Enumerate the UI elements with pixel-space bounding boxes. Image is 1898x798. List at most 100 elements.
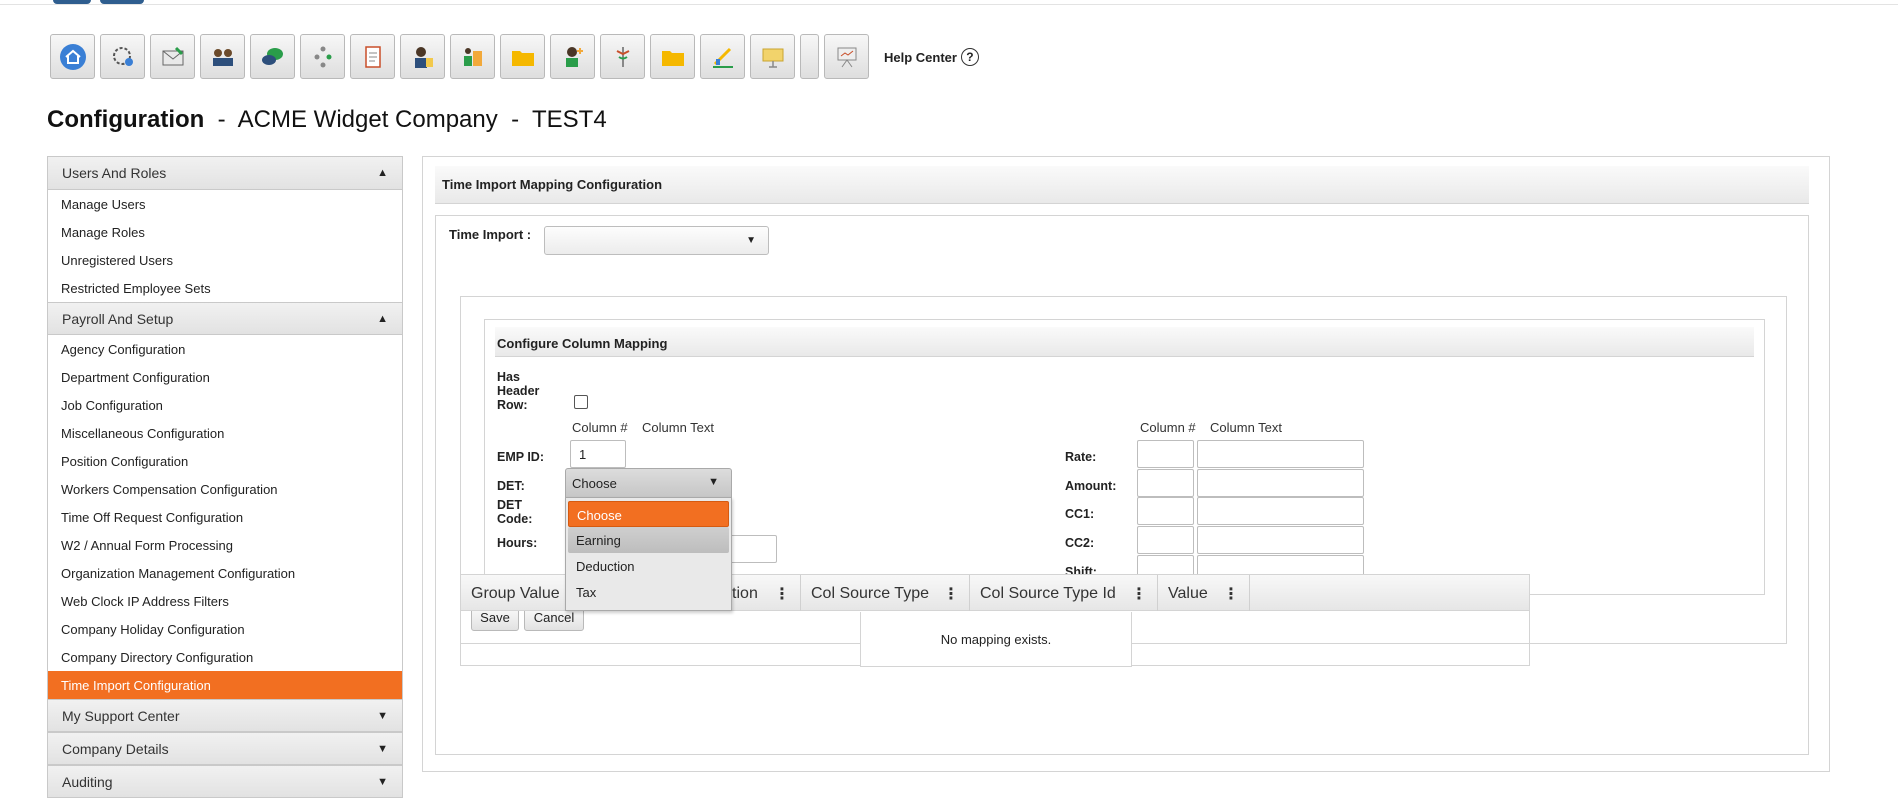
sidebar-item-job-configuration[interactable]: Job Configuration xyxy=(48,391,402,419)
sidebar-section-company-details[interactable]: Company Details ▼ xyxy=(48,732,402,765)
has-header-row-label: Has Header Row: xyxy=(497,370,540,412)
sidebar-section-payroll-and-setup[interactable]: Payroll And Setup ▲ xyxy=(48,302,402,335)
employees-button[interactable] xyxy=(200,34,245,79)
amount-column-input[interactable] xyxy=(1137,469,1194,497)
sidebar-item-company-directory-configuration[interactable]: Company Directory Configuration xyxy=(48,643,402,671)
sidebar-item-position-configuration[interactable]: Position Configuration xyxy=(48,447,402,475)
person-doc-button[interactable] xyxy=(400,34,445,79)
sidebar-item-manage-users[interactable]: Manage Users xyxy=(48,190,402,218)
toolbar-separator-button[interactable] xyxy=(800,34,819,79)
col-header-label: Col Source Type Id xyxy=(980,585,1116,602)
section-label: Users And Roles xyxy=(62,165,167,181)
presentation-button[interactable] xyxy=(750,34,795,79)
sidebar-item-w2-annual-form-processing[interactable]: W2 / Annual Form Processing xyxy=(48,531,402,559)
panel-title: Time Import Mapping Configuration xyxy=(435,166,1809,204)
sidebar-item-agency-configuration[interactable]: Agency Configuration xyxy=(48,335,402,363)
column-menu-icon[interactable]: ⋮ xyxy=(943,584,959,604)
chevron-down-icon: ▼ xyxy=(708,476,719,488)
column-text-header: Column Text xyxy=(1210,420,1283,435)
chat-icon xyxy=(261,47,283,65)
help-center-link[interactable]: Help Center ? xyxy=(884,48,979,66)
sidebar-item-unregistered-users[interactable]: Unregistered Users xyxy=(48,246,402,274)
employees-icon xyxy=(212,48,233,66)
sidebar-item-web-clock-ip-address-filters[interactable]: Web Clock IP Address Filters xyxy=(48,587,402,615)
folder-2-button[interactable] xyxy=(650,34,695,79)
folder-icon xyxy=(511,50,534,66)
messages-button[interactable] xyxy=(150,34,195,79)
section-label: My Support Center xyxy=(62,707,180,724)
rate-column-input[interactable] xyxy=(1137,440,1194,468)
collapse-arrow-icon: ▲ xyxy=(377,312,388,325)
expand-arrow-icon: ▼ xyxy=(377,709,388,722)
sidebar-section-my-support-center[interactable]: My Support Center ▼ xyxy=(48,699,402,732)
det-select[interactable]: Choose ▼ xyxy=(565,468,732,498)
clipboard-button[interactable] xyxy=(350,34,395,79)
column-number-header: Column # xyxy=(1140,420,1196,435)
column-text-header: Column Text xyxy=(642,420,715,435)
col-header-col-source-type[interactable]: Col Source Type ⋮ xyxy=(801,575,970,611)
sidebar-item-department-configuration[interactable]: Department Configuration xyxy=(48,363,402,391)
user-add-icon xyxy=(565,46,583,67)
col-header-label: Value xyxy=(1168,585,1208,602)
page-title: Configuration - ACME Widget Company - TE… xyxy=(47,106,607,134)
det-option-earning[interactable]: Earning xyxy=(568,527,729,553)
cc1-label: CC1: xyxy=(1065,507,1095,521)
sidebar-section-auditing[interactable]: Auditing ▼ xyxy=(48,765,402,798)
chat-button[interactable] xyxy=(250,34,295,79)
time-import-select[interactable]: ▼ xyxy=(544,226,769,255)
sidebar-section-users-and-roles[interactable]: Users And Roles ▲ xyxy=(48,157,402,190)
column-menu-icon[interactable]: ⋮ xyxy=(774,584,790,604)
det-option-tax[interactable]: Tax xyxy=(568,579,729,605)
emp-id-column-input[interactable]: 1 xyxy=(570,440,626,468)
cc1-text-input[interactable] xyxy=(1197,497,1364,525)
amount-text-input[interactable] xyxy=(1197,469,1364,497)
rate-text-input[interactable] xyxy=(1197,440,1364,468)
det-option-choose[interactable]: Choose xyxy=(568,501,729,527)
top-tab-2[interactable] xyxy=(100,0,144,4)
user-add-button[interactable] xyxy=(550,34,595,79)
sidebar-item-workers-compensation-configuration[interactable]: Workers Compensation Configuration xyxy=(48,475,402,503)
sidebar-item-restricted-employee-sets[interactable]: Restricted Employee Sets xyxy=(48,274,402,302)
sidebar-item-time-off-request-configuration[interactable]: Time Off Request Configuration xyxy=(48,503,402,531)
org-chart-icon xyxy=(314,46,331,67)
cc2-text-input[interactable] xyxy=(1197,526,1364,554)
cc1-column-input[interactable] xyxy=(1137,497,1194,525)
medical-button[interactable] xyxy=(600,34,645,79)
title-separator: - xyxy=(497,106,532,133)
section-label: Auditing xyxy=(62,773,113,790)
sidebar-item-organization-management-configuration[interactable]: Organization Management Configuration xyxy=(48,559,402,587)
sidebar-item-manage-roles[interactable]: Manage Roles xyxy=(48,218,402,246)
col-header-col-source-type-id[interactable]: Col Source Type Id ⋮ xyxy=(970,575,1158,611)
chevron-down-icon: ▼ xyxy=(746,235,756,246)
top-tab-1[interactable] xyxy=(53,0,91,4)
sidebar-item-miscellaneous-configuration[interactable]: Miscellaneous Configuration xyxy=(48,419,402,447)
cc2-column-input[interactable] xyxy=(1137,526,1194,554)
reports-button[interactable] xyxy=(700,34,745,79)
title-company: ACME Widget Company xyxy=(237,106,498,133)
rate-label: Rate: xyxy=(1065,450,1097,464)
collapse-arrow-icon: ▲ xyxy=(377,167,388,179)
org-chart-button[interactable] xyxy=(300,34,345,79)
toolbar xyxy=(50,34,869,79)
home-button[interactable] xyxy=(50,34,95,79)
title-main: Configuration xyxy=(47,106,205,133)
has-header-row-checkbox[interactable] xyxy=(574,395,588,409)
sidebar-item-company-holiday-configuration[interactable]: Company Holiday Configuration xyxy=(48,615,402,643)
dashboard-button[interactable] xyxy=(100,34,145,79)
sidebar: Users And Roles ▲ Manage Users Manage Ro… xyxy=(47,156,403,798)
training-button[interactable] xyxy=(824,34,869,79)
time-import-label: Time Import : xyxy=(449,227,532,242)
det-label: DET: xyxy=(497,479,525,493)
hours-label: Hours: xyxy=(497,536,538,550)
sidebar-item-time-import-configuration[interactable]: Time Import Configuration xyxy=(48,671,402,699)
column-number-header: Column # xyxy=(572,420,628,435)
det-option-deduction[interactable]: Deduction xyxy=(568,553,729,579)
presentation-icon xyxy=(762,48,783,68)
expand-arrow-icon: ▼ xyxy=(377,742,388,755)
column-menu-icon[interactable]: ⋮ xyxy=(1131,584,1147,604)
company-button[interactable] xyxy=(450,34,495,79)
section-label: Company Details xyxy=(62,740,169,757)
col-header-value[interactable]: Value ⋮ xyxy=(1158,575,1250,611)
folder-button[interactable] xyxy=(500,34,545,79)
column-menu-icon[interactable]: ⋮ xyxy=(1223,584,1239,604)
